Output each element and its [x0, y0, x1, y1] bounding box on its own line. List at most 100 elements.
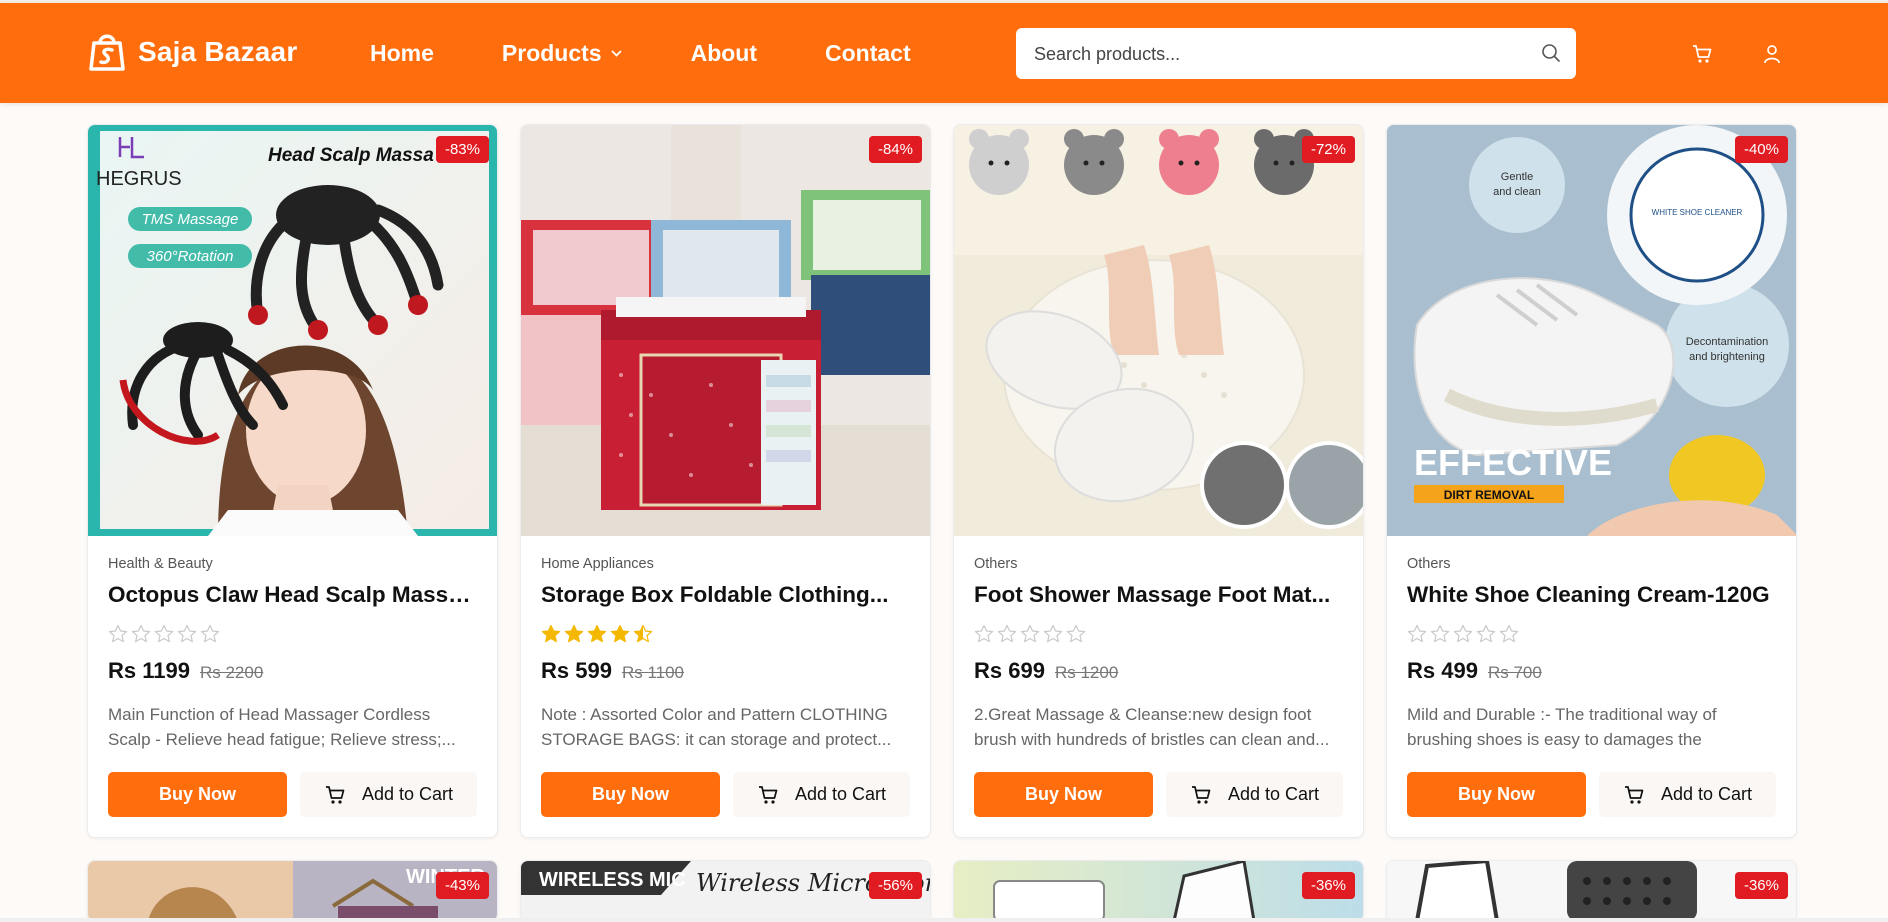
product-card[interactable]: -72% Others Foot Shower Massage Foot Mat… [953, 124, 1364, 838]
discount-badge: -83% [435, 136, 489, 163]
product-image[interactable]: WIRELESS MIC Wireless Microphon -56% [521, 861, 930, 921]
product-price: Rs 699 [974, 658, 1045, 683]
buy-now-button[interactable]: Buy Now [108, 772, 287, 817]
bottom-strip [0, 918, 1888, 922]
storage-box-image [521, 125, 930, 536]
search-input[interactable] [1032, 28, 1516, 81]
product-card[interactable]: -36% [1386, 860, 1797, 922]
cart-icon [1191, 785, 1211, 804]
star-rating [108, 624, 477, 644]
product-card[interactable]: WINTER -43% [87, 860, 498, 922]
add-to-cart-button[interactable]: Add to Cart [733, 772, 910, 817]
buy-now-button[interactable]: Buy Now [974, 772, 1153, 817]
nav-contact[interactable]: Contact [825, 40, 911, 67]
add-to-cart-button[interactable]: Add to Cart [300, 772, 477, 817]
original-price: Rs 1100 [621, 663, 685, 682]
star-icon [154, 624, 174, 643]
cart-icon [758, 785, 778, 804]
product-info: Health & Beauty Octopus Claw Head Scalp … [88, 536, 497, 837]
add-to-cart-button[interactable]: Add to Cart [1166, 772, 1343, 817]
scalp-massager-image: TMS Massage 360°Rotation Head Scalp Mass… [88, 125, 497, 536]
discount-badge: -36% [1301, 872, 1355, 899]
image-subheadline: DIRT REMOVAL [1444, 488, 1534, 502]
image-caption: and clean [1493, 186, 1541, 198]
product-title[interactable]: Storage Box Foldable Clothing... [541, 582, 910, 608]
product-info: Others Foot Shower Massage Foot Mat... R… [954, 536, 1363, 837]
card-actions: Buy Now Add to Cart [1407, 772, 1776, 817]
nav-products[interactable]: Products [502, 40, 623, 67]
product-card[interactable]: WIRELESS MIC Wireless Microphon -56% [520, 860, 931, 922]
product-image[interactable]: -36% [1387, 861, 1796, 921]
product-image[interactable]: Gentle and clean Decontamination and bri… [1387, 125, 1796, 536]
product-card[interactable]: -36% [953, 860, 1364, 922]
brand-logo[interactable]: Saja Bazaar [86, 31, 297, 73]
image-caption: 360°Rotation [147, 248, 234, 265]
product-image[interactable]: -72% [954, 125, 1363, 536]
price-row: Rs 699 Rs 1200 [974, 658, 1343, 684]
star-rating [541, 624, 910, 644]
star-icon [1453, 624, 1473, 643]
product-title[interactable]: White Shoe Cleaning Cream-120G [1407, 582, 1776, 608]
price-row: Rs 599 Rs 1100 [541, 658, 910, 684]
product-image[interactable]: -36% [954, 861, 1363, 921]
star-rating [1407, 624, 1776, 644]
chevron-down-icon [610, 49, 622, 57]
product-card[interactable]: -84% Home Appliances Storage Box Foldabl… [520, 124, 931, 838]
search-box [1016, 28, 1576, 81]
nav-products-label: Products [501, 39, 602, 66]
cart-icon[interactable] [1691, 43, 1713, 65]
buy-now-button[interactable]: Buy Now [541, 772, 720, 817]
star-icon [587, 624, 607, 643]
brand-name: Saja Bazaar [138, 36, 298, 67]
product-image[interactable]: WINTER -43% [88, 861, 497, 921]
product-image[interactable]: -84% [521, 125, 930, 536]
user-icon[interactable] [1761, 43, 1783, 65]
product-grid: TMS Massage 360°Rotation Head Scalp Mass… [87, 124, 1797, 922]
shopping-bag-logo-icon [89, 34, 125, 71]
star-icon [1407, 624, 1427, 643]
product-card[interactable]: TMS Massage 360°Rotation Head Scalp Mass… [87, 124, 498, 838]
price-row: Rs 1199 Rs 2200 [108, 658, 477, 684]
card-actions: Buy Now Add to Cart [541, 772, 910, 817]
discount-badge: -43% [435, 872, 489, 899]
nav-home-label: Home [370, 39, 434, 66]
cart-icon [1624, 785, 1644, 804]
product-title[interactable]: Foot Shower Massage Foot Mat... [974, 582, 1343, 608]
product-category: Others [974, 556, 1018, 572]
product-description: Mild and Durable :- The traditional way … [1407, 705, 1717, 749]
star-icon [1020, 624, 1040, 643]
product-description: 2.Great Massage & Cleanse:new design foo… [974, 705, 1330, 749]
search-icon[interactable] [1540, 42, 1562, 64]
product-card[interactable]: Gentle and clean Decontamination and bri… [1386, 124, 1797, 838]
site-header: Saja Bazaar Home Products About Contact [0, 3, 1888, 103]
image-caption: Head Scalp Massa [268, 145, 434, 166]
product-description: Main Function of Head Massager Cordless … [108, 705, 456, 749]
nav-home[interactable]: Home [370, 40, 434, 67]
jar-label: WHITE SHOE CLEANER [1652, 208, 1743, 217]
card-actions: Buy Now Add to Cart [974, 772, 1343, 817]
discount-badge: -40% [1734, 136, 1788, 163]
price-row: Rs 499 Rs 700 [1407, 658, 1776, 684]
image-brand-logo: HEGRUS [96, 168, 182, 190]
nav-about-label: About [690, 39, 758, 66]
product-description: Note : Assorted Color and Pattern CLOTHI… [541, 705, 892, 749]
image-caption: Gentle [1501, 171, 1533, 183]
discount-badge: -72% [1301, 136, 1355, 163]
product-info: Home Appliances Storage Box Foldable Clo… [521, 536, 930, 837]
product-category: Health & Beauty [108, 556, 213, 572]
star-icon [200, 624, 220, 643]
nav-about[interactable]: About [691, 40, 757, 67]
image-caption: and brightening [1689, 351, 1765, 363]
star-icon [997, 624, 1017, 643]
product-category: Home Appliances [541, 556, 654, 572]
add-to-cart-button[interactable]: Add to Cart [1599, 772, 1776, 817]
star-icon [1066, 624, 1086, 643]
buy-now-button[interactable]: Buy Now [1407, 772, 1586, 817]
product-price: Rs 499 [1407, 658, 1478, 683]
product-image[interactable]: TMS Massage 360°Rotation Head Scalp Mass… [88, 125, 497, 536]
star-icon [131, 624, 151, 643]
card-actions: Buy Now Add to Cart [108, 772, 477, 817]
image-caption: WIRELESS MIC [539, 869, 686, 891]
product-title[interactable]: Octopus Claw Head Scalp Massager [108, 582, 477, 608]
add-to-cart-label: Add to Cart [1227, 784, 1320, 804]
